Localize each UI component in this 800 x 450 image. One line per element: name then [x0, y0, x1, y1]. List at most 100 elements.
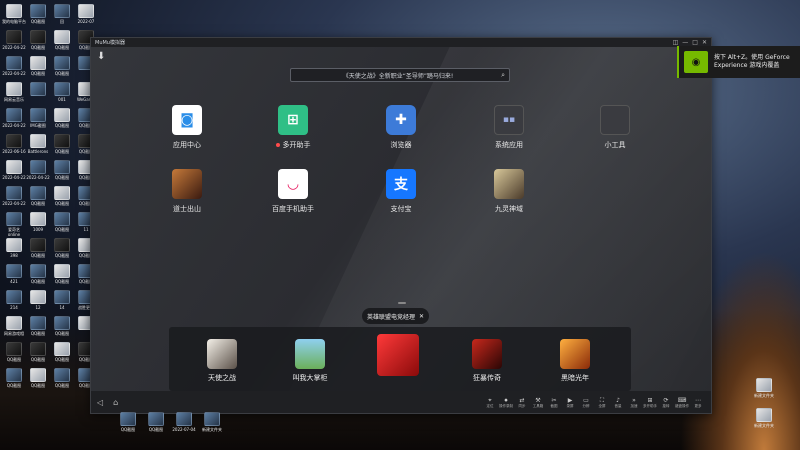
desktop-icon[interactable]: Battlerons [26, 134, 50, 154]
desktop-icon[interactable]: 214 [2, 290, 26, 310]
desktop-icon[interactable]: QQ截图 [50, 30, 74, 50]
desktop-icon[interactable]: QQ截图 [50, 316, 74, 336]
dock-app-heian[interactable]: 黑暗光年 [540, 339, 610, 383]
desktop-icon[interactable]: QQ截图 [50, 186, 74, 206]
desktop-icon[interactable]: 001 [50, 82, 74, 102]
toolbar-button[interactable]: ▶ 录屏 [563, 397, 577, 408]
desktop-icon[interactable]: 2022-04-22 [2, 108, 26, 128]
toolbar-button[interactable]: » 加速 [627, 397, 641, 408]
toolbar-button[interactable]: ⟳ 旋转 [659, 397, 673, 408]
desktop-icon[interactable]: IMG截图 [26, 108, 50, 128]
app-alipay[interactable]: 支 支付宝 [361, 169, 441, 214]
desktop-icon[interactable]: 421 [2, 264, 26, 284]
desktop-icon[interactable]: 网易游戏相 [2, 316, 26, 336]
toolbar-button[interactable]: ⇄ 同步 [515, 397, 529, 408]
desktop-icon[interactable] [26, 82, 50, 97]
toolbar-button[interactable]: ⛶ 全屏 [595, 397, 609, 408]
minimize-button[interactable]: — [682, 39, 688, 46]
home-icon[interactable]: ⌂ [113, 398, 118, 407]
desktop-icon[interactable]: QQ截图 [26, 264, 50, 284]
file-icon [54, 160, 70, 174]
toolbar-button[interactable]: ⊞ 多开助手 [643, 397, 657, 408]
drawer-handle[interactable] [398, 302, 406, 304]
desktop-icon[interactable]: 12 [26, 290, 50, 310]
desktop-icon[interactable]: 2022-04-22 [2, 186, 26, 206]
download-icon[interactable]: ⬇ [97, 51, 105, 62]
desktop-icon[interactable]: QQ截图 [26, 186, 50, 206]
tooltip-close-icon[interactable]: ✕ [419, 313, 424, 320]
desktop-icon[interactable]: QQ截图 [26, 4, 50, 24]
dock-app-lol-manager[interactable] [363, 334, 433, 380]
app-browser[interactable]: ✚ 浏览器 [361, 105, 441, 150]
desktop-icon[interactable]: QQ截图 [50, 342, 74, 362]
app-app-center[interactable]: ◙ 应用中心 [147, 105, 227, 150]
desktop-icon[interactable]: QQ截图 [2, 342, 26, 362]
dock-label: 狂暴传奇 [473, 374, 501, 382]
dock-app-kuangbao[interactable]: 狂暴传奇 [452, 339, 522, 383]
maximize-button[interactable]: □ [692, 39, 698, 46]
file-icon [54, 134, 70, 148]
desktop-icon[interactable]: QQ截图 [50, 134, 74, 154]
desktop-icon[interactable]: QQ截图 [50, 108, 74, 128]
desktop-icon[interactable]: 网易云音乐 [2, 82, 26, 102]
desktop-icon[interactable]: QQ截图 [50, 160, 74, 180]
file-icon [54, 238, 70, 252]
toolbar-button[interactable]: ✂ 截图 [547, 397, 561, 408]
desktop-icon[interactable]: 爱奇艺online [2, 212, 26, 237]
toolbar-button[interactable]: ⌨ 键盘操作 [675, 397, 689, 408]
desktop-icon[interactable]: QQ截图 [2, 368, 26, 388]
search-bar[interactable]: 《天使之战》全新职业“圣导师”踏马归来! ⌕ [290, 68, 510, 82]
toolbar-button[interactable]: ⏺ 操作录制 [499, 397, 513, 408]
desktop-icon[interactable]: QQ截图 [50, 56, 74, 76]
desktop-icon[interactable]: 2022-04-22 [2, 56, 26, 76]
toolbar-button[interactable]: ⋯ 更多 [691, 397, 705, 408]
tools-icon [600, 105, 630, 135]
desktop-icon[interactable]: 我的电脑平台 [2, 4, 26, 24]
desktop-icon[interactable]: 1009 [26, 212, 50, 232]
geforce-notification[interactable]: ◉ 按下 Alt+Z。使用 GeForce Experience 游戏内覆盖 [677, 46, 800, 78]
desktop-folder[interactable]: 新建文件夹 [752, 378, 776, 398]
back-icon[interactable]: ◁ [97, 398, 103, 407]
app-multi-instance[interactable]: ⊞ 多开助手 [253, 105, 333, 150]
search-icon[interactable]: ⌕ [501, 71, 505, 80]
desktop-icon[interactable]: 398 [2, 238, 26, 258]
desktop-icon[interactable]: QQ截图 [26, 316, 50, 336]
dock-app-dazhanggui[interactable]: 叫我大掌柜 [275, 339, 345, 383]
desktop-icon[interactable]: QQ截图 [26, 30, 50, 50]
app-system[interactable]: ▪▪ 系统应用 [469, 105, 549, 150]
toolbar-button[interactable]: ♪ 音量 [611, 397, 625, 408]
desktop-icon[interactable]: QQ截图 [26, 56, 50, 76]
desktop-icon[interactable]: 2022-04-22 [2, 160, 26, 180]
desktop-icon[interactable]: 14 [50, 290, 74, 310]
desktop-icon[interactable]: QQ截图 [50, 212, 74, 232]
desktop-icon[interactable]: QQ截图 [50, 264, 74, 284]
desktop-icon[interactable]: 2022-06-16 [2, 134, 26, 154]
desktop-icon[interactable]: QQ截图 [26, 342, 50, 362]
title-bar[interactable]: MuMu模拟器 ◫ — □ ✕ [91, 38, 711, 47]
toolbar-button[interactable]: ⚒ 工具箱 [531, 397, 545, 408]
settings-button[interactable]: ◫ [673, 39, 679, 46]
app-tools[interactable]: 小工具 [575, 105, 655, 150]
dock-app-tianshi[interactable]: 天使之战 [187, 339, 257, 383]
desktop-folder[interactable]: 新建文件夹 [752, 408, 776, 428]
desktop-icon[interactable]: QQ截图 [144, 412, 168, 432]
desktop-icon[interactable]: 新建文件夹 [200, 412, 224, 432]
toolbar-button[interactable]: ⌖ 定位 [483, 397, 497, 408]
app-jiuling[interactable]: 九灵神域 [469, 169, 549, 214]
app-daoshi[interactable]: 道士出山 [147, 169, 227, 214]
app-label: 支付宝 [390, 205, 412, 213]
close-button[interactable]: ✕ [702, 39, 707, 46]
desktop-icon[interactable]: 2022-04-22 [26, 160, 50, 180]
desktop-icon[interactable]: QQ截图 [50, 368, 74, 388]
desktop-icon[interactable]: QQ截图 [50, 238, 74, 258]
desktop-icon[interactable]: QQ截图 [26, 368, 50, 388]
desktop-icon[interactable]: 2022-07 [74, 4, 98, 24]
app-baidu-assistant[interactable]: ◡ 百度手机助手 [253, 169, 333, 214]
desktop-icon[interactable]: QQ截图 [116, 412, 140, 432]
desktop-icon[interactable]: 2022-04-22 [2, 30, 26, 50]
dock-label: 天使之战 [208, 374, 236, 382]
toolbar-button[interactable]: ▭ 分辨 [579, 397, 593, 408]
desktop-icon[interactable]: 2022-07-04 [172, 412, 196, 432]
desktop-icon[interactable]: QQ截图 [26, 238, 50, 258]
desktop-icon[interactable]: 回 [50, 4, 74, 24]
